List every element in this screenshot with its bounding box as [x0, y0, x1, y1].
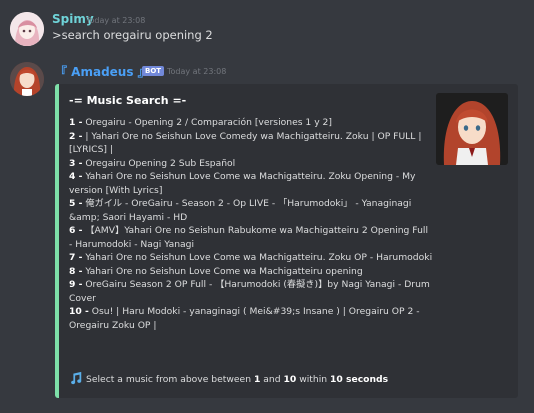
avatar[interactable] — [10, 62, 44, 96]
list-item[interactable]: 5 - 俺ガイル - OreGairu - Season 2 - Op LIVE… — [69, 197, 434, 224]
music-note-icon — [71, 371, 82, 385]
list-item[interactable]: 10 - Osu! | Haru Modoki - yanaginagi ( M… — [69, 305, 434, 332]
username-amadeus[interactable]: 『 Amadeus 』 — [55, 63, 150, 80]
list-item[interactable]: 9 - OreGairu Season 2 OP Full - 【Harumod… — [69, 278, 434, 305]
list-item[interactable]: 7 - Yahari Ore no Seishun Love Come wa M… — [69, 251, 434, 265]
embed-title: -= Music Search =- — [69, 94, 187, 107]
message-text: >search oregairu opening 2 — [52, 28, 213, 42]
list-item[interactable]: 4 - Yahari Ore no Seishun Love Come wa M… — [69, 170, 434, 197]
selection-prompt: Select a music from above between 1 and … — [69, 371, 388, 385]
spimy-avatar-icon — [10, 12, 44, 46]
search-results-list: 1 - Oregairu - Opening 2 / Comparación [… — [69, 116, 434, 332]
list-item[interactable]: 1 - Oregairu - Opening 2 / Comparación [… — [69, 116, 434, 130]
list-item[interactable]: 8 - Yahari Ore no Seishun Love Come wa M… — [69, 265, 434, 279]
amadeus-avatar-icon — [10, 62, 44, 96]
bot-badge: BOT — [142, 66, 165, 76]
timestamp: Today at 23:08 — [86, 16, 146, 25]
character-thumbnail-icon — [436, 93, 508, 165]
list-item[interactable]: 3 - Oregairu Opening 2 Sub Español — [69, 157, 434, 171]
embed-thumbnail[interactable] — [436, 93, 508, 165]
music-search-embed: -= Music Search =- 1 - Oregairu - Openin… — [55, 84, 518, 398]
list-item[interactable]: 2 - | Yahari Ore no Seishun Love Comedy … — [69, 130, 434, 157]
list-item[interactable]: 6 - 【AMV】Yahari Ore no Seishun Rabukome … — [69, 224, 434, 251]
timestamp: Today at 23:08 — [167, 67, 227, 76]
avatar[interactable] — [10, 12, 44, 46]
